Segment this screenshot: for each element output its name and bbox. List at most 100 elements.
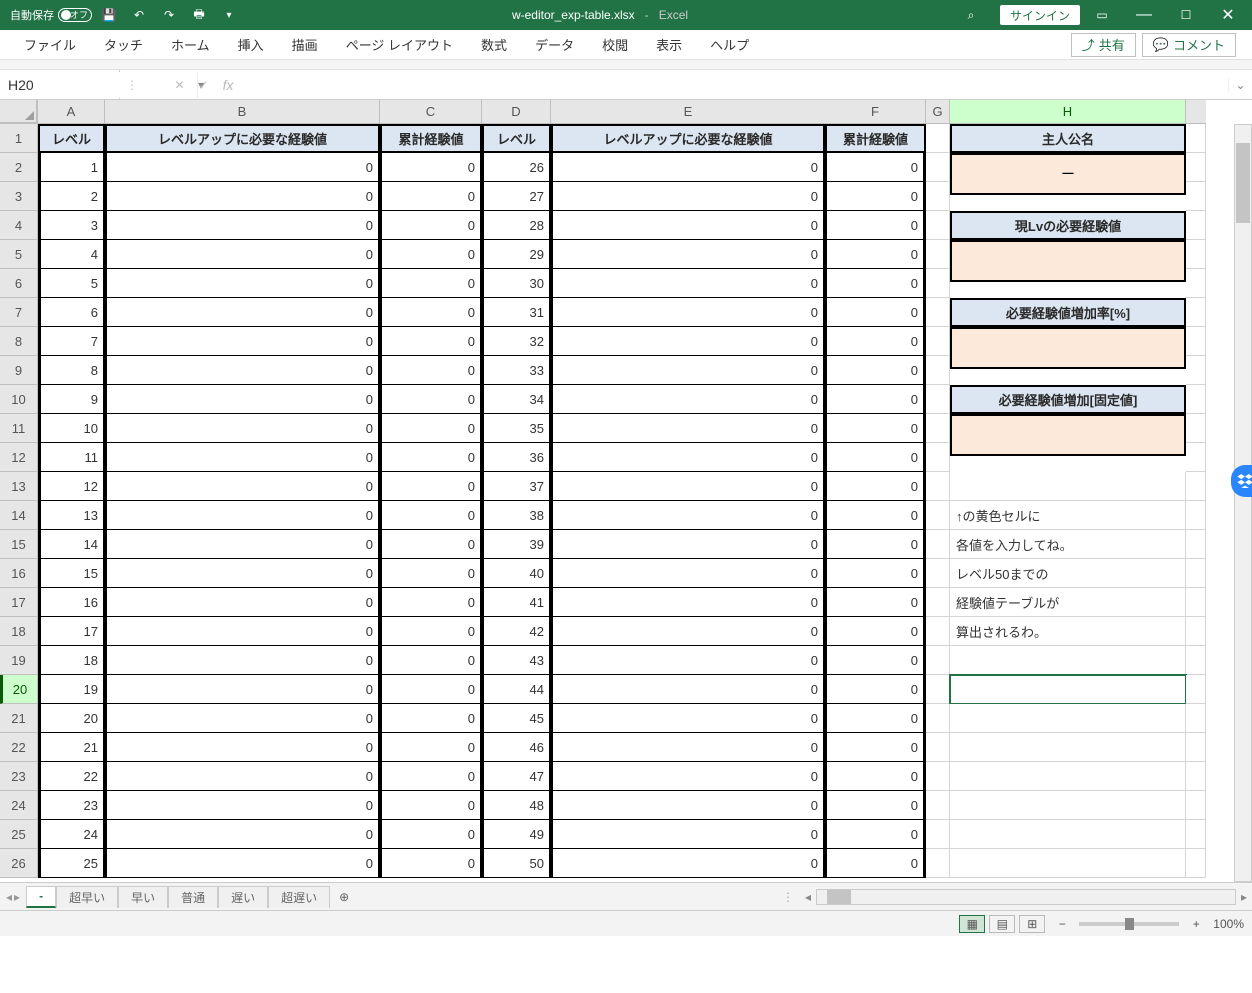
select-all-corner[interactable] xyxy=(0,100,38,124)
cell-h[interactable] xyxy=(950,733,1186,762)
cell-need[interactable]: 0 xyxy=(105,414,380,443)
cell-g[interactable] xyxy=(926,472,950,501)
undo-icon[interactable]: ↶ xyxy=(126,2,152,28)
cell-need[interactable]: 0 xyxy=(551,414,825,443)
cell-need[interactable]: 0 xyxy=(551,704,825,733)
cell-g[interactable] xyxy=(926,153,950,182)
cell-g[interactable] xyxy=(926,356,950,385)
cell-level[interactable]: 45 xyxy=(482,704,551,733)
cell-level[interactable]: 40 xyxy=(482,559,551,588)
zoom-out-icon[interactable]: − xyxy=(1055,917,1069,931)
row-header[interactable]: 22 xyxy=(0,733,38,762)
cell-g[interactable] xyxy=(926,124,950,153)
zoom-in-icon[interactable]: + xyxy=(1189,917,1203,931)
sheet-tab[interactable]: 超早い xyxy=(56,886,118,908)
cell-need[interactable]: 0 xyxy=(105,733,380,762)
cell-level[interactable]: 50 xyxy=(482,849,551,878)
cell-need[interactable]: 0 xyxy=(105,501,380,530)
cell-need[interactable]: 0 xyxy=(551,530,825,559)
zoom-level[interactable]: 100% xyxy=(1213,917,1244,931)
cell-need[interactable]: 0 xyxy=(105,762,380,791)
cell-g[interactable] xyxy=(926,733,950,762)
tab-タッチ[interactable]: タッチ xyxy=(90,31,157,59)
cell-need[interactable]: 0 xyxy=(105,182,380,211)
cell-level[interactable]: 20 xyxy=(38,704,105,733)
cell-level[interactable]: 14 xyxy=(38,530,105,559)
cell-cum[interactable]: 0 xyxy=(380,269,482,298)
cell-cum[interactable]: 0 xyxy=(380,791,482,820)
cancel-icon[interactable]: ✕ xyxy=(174,78,184,92)
cell-level[interactable]: 1 xyxy=(38,153,105,182)
cell-level[interactable]: 32 xyxy=(482,327,551,356)
cell-cum[interactable]: 0 xyxy=(380,849,482,878)
cell-cum[interactable]: 0 xyxy=(825,617,926,646)
row-header[interactable]: 19 xyxy=(0,646,38,675)
hscroll-thumb[interactable] xyxy=(827,890,851,904)
tab-表示[interactable]: 表示 xyxy=(642,31,696,59)
tab-描画[interactable]: 描画 xyxy=(278,31,332,59)
cell-need[interactable]: 0 xyxy=(105,791,380,820)
cell-level[interactable]: 19 xyxy=(38,675,105,704)
column-header[interactable]: D xyxy=(482,100,551,124)
zoom-slider[interactable] xyxy=(1079,922,1179,926)
cell-cum[interactable]: 0 xyxy=(380,211,482,240)
row-header[interactable]: 12 xyxy=(0,443,38,472)
cell-cum[interactable]: 0 xyxy=(825,240,926,269)
cell-need[interactable]: 0 xyxy=(105,356,380,385)
cell-cum[interactable]: 0 xyxy=(825,269,926,298)
cell-level[interactable]: 41 xyxy=(482,588,551,617)
cell-need[interactable]: 0 xyxy=(551,762,825,791)
cell-cum[interactable]: 0 xyxy=(825,733,926,762)
row-header[interactable]: 10 xyxy=(0,385,38,414)
enter-icon[interactable]: ✓ xyxy=(199,78,209,92)
cell-cum[interactable]: 0 xyxy=(380,385,482,414)
cell-cum[interactable]: 0 xyxy=(380,356,482,385)
cell-level[interactable]: 25 xyxy=(38,849,105,878)
cell-need[interactable]: 0 xyxy=(551,617,825,646)
cell-need[interactable]: 0 xyxy=(551,211,825,240)
cell-level[interactable]: 49 xyxy=(482,820,551,849)
cell-g[interactable] xyxy=(926,211,950,240)
cell-g[interactable] xyxy=(926,530,950,559)
cell-need[interactable]: 0 xyxy=(551,646,825,675)
cell-level[interactable]: 47 xyxy=(482,762,551,791)
cell-level[interactable]: 5 xyxy=(38,269,105,298)
cell-cum[interactable]: 0 xyxy=(825,182,926,211)
cell-cum[interactable]: 0 xyxy=(380,443,482,472)
tab-データ[interactable]: データ xyxy=(521,31,588,59)
row-header[interactable]: 6 xyxy=(0,269,38,298)
row-header[interactable]: 25 xyxy=(0,820,38,849)
row-header[interactable]: 11 xyxy=(0,414,38,443)
cell-need[interactable]: 0 xyxy=(551,791,825,820)
redo-icon[interactable]: ↷ xyxy=(156,2,182,28)
formula-bar-expand-icon[interactable]: ⌄ xyxy=(1228,78,1252,92)
cell-cum[interactable]: 0 xyxy=(380,472,482,501)
save-icon[interactable]: 💾 xyxy=(96,2,122,28)
tab-挿入[interactable]: 挿入 xyxy=(224,31,278,59)
row-header[interactable]: 14 xyxy=(0,501,38,530)
cell-h[interactable] xyxy=(950,820,1186,849)
row-header[interactable]: 17 xyxy=(0,588,38,617)
cell-g[interactable] xyxy=(926,820,950,849)
cell-level[interactable]: 31 xyxy=(482,298,551,327)
cell-level[interactable]: 8 xyxy=(38,356,105,385)
cell-need[interactable]: 0 xyxy=(551,240,825,269)
cell-need[interactable]: 0 xyxy=(105,559,380,588)
row-header[interactable]: 21 xyxy=(0,704,38,733)
cell-cum[interactable]: 0 xyxy=(825,385,926,414)
cell-level[interactable]: 46 xyxy=(482,733,551,762)
cell-g[interactable] xyxy=(926,588,950,617)
cell-g[interactable] xyxy=(926,501,950,530)
cell-level[interactable]: 39 xyxy=(482,530,551,559)
cell-h[interactable] xyxy=(950,704,1186,733)
signin-button[interactable]: サインイン xyxy=(1000,5,1080,25)
cell-h[interactable] xyxy=(950,472,1186,501)
cell-cum[interactable]: 0 xyxy=(380,240,482,269)
hscroll-right-icon[interactable]: ▸ xyxy=(1236,890,1252,904)
share-button[interactable]: ⤴共有 xyxy=(1071,33,1136,57)
dropbox-tab-icon[interactable] xyxy=(1231,465,1252,497)
cell-need[interactable]: 0 xyxy=(551,675,825,704)
cell-need[interactable]: 0 xyxy=(105,153,380,182)
cell-cum[interactable]: 0 xyxy=(825,211,926,240)
column-header[interactable]: C xyxy=(380,100,482,124)
